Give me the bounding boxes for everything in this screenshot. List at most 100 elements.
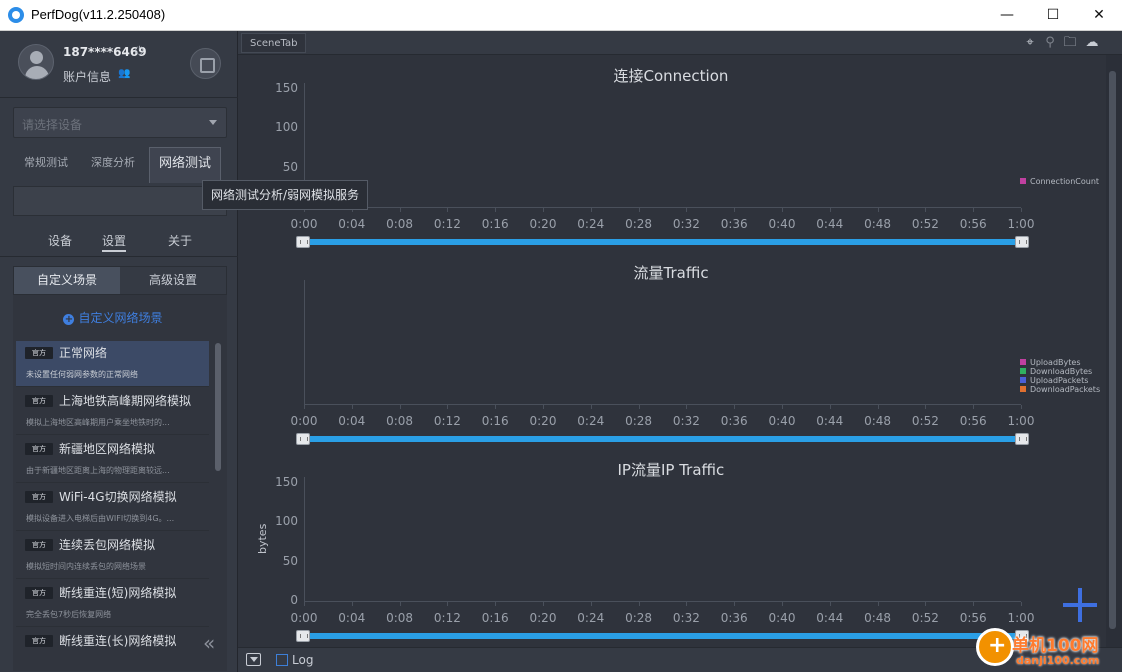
cloud-icon[interactable]: ☁ [1084,35,1100,51]
tab-network-test[interactable]: 网络测试 [149,147,221,183]
perfdog-logo-icon [8,7,24,23]
scene-name: 新疆地区网络模拟 [59,442,156,456]
legend-item[interactable]: UploadPackets [1020,376,1100,385]
charts-area: 连接Connection 150 100 50 0:00 0:04 0:08 0:12 0:16… [238,55,1106,647]
x-tick-label: 0:00 [290,611,318,625]
sub-tab-about[interactable]: 关于 [168,232,192,249]
scene-tab[interactable]: SceneTab [241,33,307,53]
slider-start-handle[interactable] [296,433,310,445]
time-range-slider[interactable] [304,239,1021,245]
y-axis-label: bytes [256,523,269,554]
legend-item[interactable]: UploadBytes [1020,358,1100,367]
y-tick-label: 50 [282,553,298,568]
x-tick-label: 1:00 [1007,414,1035,428]
x-tick-label: 0:32 [672,217,700,231]
time-range-slider[interactable] [304,633,1021,639]
network-test-tooltip: 网络测试分析/弱网模拟服务 [202,180,368,210]
legend-swatch [1020,386,1026,392]
x-tick-label: 0:12 [433,611,461,625]
slider-end-handle[interactable] [1015,236,1029,248]
avatar[interactable] [18,44,54,80]
stop-button[interactable] [190,48,221,79]
mode-tabs: 常规测试 深度分析 网络测试 [13,147,227,183]
official-badge: 官方 [25,443,53,455]
scene-tabs: 自定义场景 高级设置 [13,266,227,295]
tab-deep-analysis[interactable]: 深度分析 [79,147,147,183]
x-tick-mark [1021,602,1022,606]
scene-item[interactable]: 官方 断线重连(长)网络模拟 [16,629,209,671]
scene-name: 断线重连(短)网络模拟 [59,586,177,600]
slider-start-handle[interactable] [296,630,310,642]
x-tick-label: 0:48 [864,611,892,625]
close-button[interactable]: ✕ [1076,0,1122,31]
main-scrollbar-thumb[interactable] [1109,71,1116,629]
maximize-button[interactable]: ☐ [1030,0,1076,31]
x-tick-mark [877,602,879,606]
legend-item[interactable]: DownloadBytes [1020,367,1100,376]
legend-item[interactable]: ConnectionCount [1020,177,1099,186]
sub-tab-settings[interactable]: 设置 [102,232,127,252]
sub-tab-device[interactable]: 设备 [48,232,72,249]
location-icon[interactable]: ⌖ [1022,35,1038,51]
x-tick-label: 0:52 [911,414,939,428]
log-checkbox[interactable] [276,654,288,666]
scene-item[interactable]: 官方 连续丢包网络模拟 模拟短时间内连续丢包的网络场景 [16,533,209,579]
folder-icon[interactable]: 🗀 [1062,35,1078,51]
x-tick-label: 0:04 [338,611,366,625]
y-tick-label: 100 [275,514,298,529]
slider-end-handle[interactable] [1015,433,1029,445]
x-tick-label: 0:56 [959,611,987,625]
x-tick-mark [734,208,736,212]
title-bar: PerfDog(v11.2.250408) — ☐ ✕ [0,0,1122,31]
scene-item[interactable]: 官方 正常网络 未设置任何弱网参数的正常网络 [16,341,209,387]
time-range-slider[interactable] [304,436,1021,442]
minimize-button[interactable]: — [984,0,1030,31]
scene-item[interactable]: 官方 断线重连(短)网络模拟 完全丢包7秒后恢复网络 [16,581,209,627]
x-tick-mark [304,405,305,409]
x-tick-mark [973,602,975,606]
legend-item[interactable]: DownloadPackets [1020,385,1100,394]
tab-advanced-settings[interactable]: 高级设置 [120,267,226,294]
x-tick-mark [399,602,401,606]
x-tick-mark [304,602,305,606]
chart-legend: ConnectionCount [1020,177,1099,186]
x-tick-mark [925,602,927,606]
x-tick-mark [925,405,927,409]
x-tick-mark [447,602,449,606]
scene-item[interactable]: 官方 上海地铁高峰期网络模拟 模拟上海地区高峰期用户乘坐地铁时的... [16,389,209,435]
x-tick-mark [351,602,353,606]
x-tick-label: 0:24 [577,217,605,231]
scene-item[interactable]: 官方 新疆地区网络模拟 由于新疆地区距离上海的物理距离较远... [16,437,209,483]
collapse-sidebar-icon[interactable]: « [203,631,215,655]
x-tick-label: 0:52 [911,217,939,231]
power-icon[interactable]: ⏻ [135,44,144,58]
x-tick-mark [973,405,975,409]
map-pin-icon[interactable]: ⚲ [1042,35,1058,51]
device-select[interactable]: 请选择设备 [13,107,227,138]
tab-regular-test[interactable]: 常规测试 [13,147,79,183]
scene-description: 完全丢包7秒后恢复网络 [26,610,112,619]
x-tick-label: 0:44 [816,611,844,625]
x-tick-label: 0:00 [290,414,318,428]
x-tick-label: 0:36 [720,217,748,231]
scene-tabbar: SceneTab ⌖ ⚲ 🗀 ☁ [238,31,1122,55]
tab-custom-scene[interactable]: 自定义场景 [14,267,120,294]
sidebar: 187****6469 ⏻ 账户信息 👥 请选择设备 常规测试 深度分析 网络测… [0,31,238,672]
x-tick-label: 0:36 [720,611,748,625]
add-chart-button[interactable] [1063,588,1097,622]
add-custom-scene-button[interactable]: + 自定义网络场景 [13,309,213,326]
scene-name: 连续丢包网络模拟 [59,538,156,552]
main-scrollbar[interactable] [1106,55,1122,647]
chart-title: IP流量IP Traffic [617,461,725,479]
y-tick-label: 50 [282,159,298,174]
scene-list-scrollbar[interactable] [215,343,221,471]
account-info-link[interactable]: 账户信息 [63,68,111,85]
x-tick-label: 1:00 [1007,611,1035,625]
scene-item[interactable]: 官方 WiFi-4G切换网络模拟 模拟设备进入电梯后由WIFI切换到4G。... [16,485,209,531]
legend-swatch [1020,368,1026,374]
x-axis [304,404,1021,405]
slider-start-handle[interactable] [296,236,310,248]
legend-label: DownloadPackets [1030,385,1101,394]
bottom-dropdown-button[interactable] [246,653,261,666]
x-tick-mark [399,405,401,409]
